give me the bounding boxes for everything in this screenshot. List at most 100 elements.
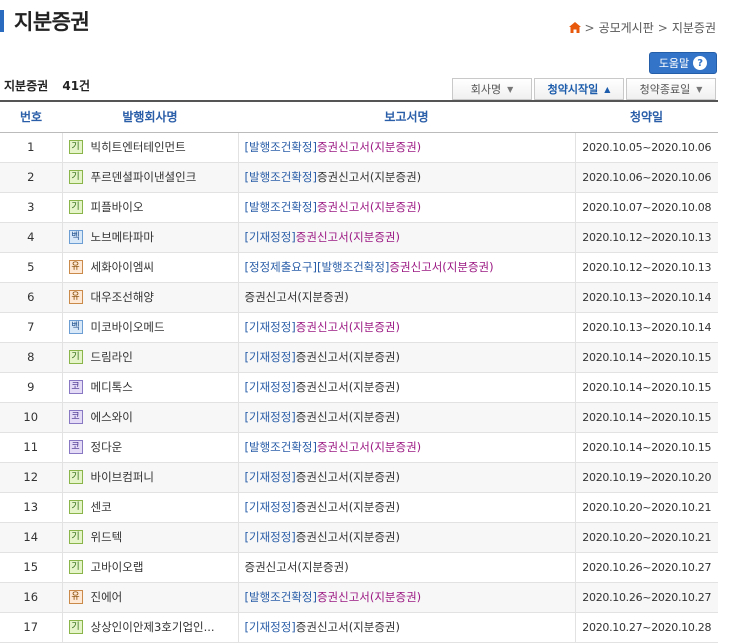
sort-by-start-date-button[interactable]: 청약시작일 ▲ [534, 78, 624, 100]
report-link[interactable]: [발행조건확정]증권신고서(지분증권) [238, 432, 575, 463]
report-name: 증권신고서(지분증권) [295, 620, 400, 634]
report-name: 증권신고서(지분증권) [295, 380, 400, 394]
report-name: 증권신고서(지분증권) [316, 590, 422, 604]
column-header-company: 발행회사명 [62, 100, 238, 133]
table-row: 7 벡 미코바이오메드 [기재정정]증권신고서(지분증권) 2020.10.13~202… [0, 312, 718, 343]
market-badge-icon: 기 [68, 500, 83, 514]
report-name: 증권신고서(지분증권) [244, 560, 349, 574]
subscription-period: 2020.10.14~2020.10.15 [574, 402, 718, 433]
row-number: 15 [0, 552, 62, 583]
company-name[interactable]: 피플바이오 [91, 200, 144, 214]
market-badge-icon: 기 [68, 620, 83, 634]
company-cell: 코 에스와이 [61, 402, 239, 433]
subscription-period: 2020.10.12~2020.10.13 [574, 252, 718, 283]
column-header-report: 보고서명 [238, 100, 575, 133]
report-tag: [기재정정] [244, 500, 296, 514]
report-link[interactable]: [기재정정]증권신고서(지분증권) [238, 462, 575, 493]
report-name: 증권신고서(지분증권) [295, 320, 400, 334]
market-badge-icon: 코 [68, 410, 83, 424]
sort-label: 청약종료일 [639, 83, 691, 96]
table-row: 13 기 센코 [기재정정]증권신고서(지분증권) 2020.10.20~2020.10… [0, 492, 718, 523]
company-cell: 기 위드텍 [61, 522, 239, 553]
subscription-period: 2020.10.20~2020.10.21 [574, 492, 718, 523]
table-body: 1 기 빅히트엔터테인먼트 [발행조건확정]증권신고서(지분증권) 2020.10.05… [0, 132, 718, 643]
table-row: 5 유 세화아이엠씨 [정정제출요구][발행조건확정]증권신고서(지분증권) 2020.… [0, 252, 718, 283]
company-name[interactable]: 진에어 [91, 590, 123, 604]
row-number: 1 [0, 132, 62, 163]
company-name[interactable]: 상상인이안제3호기업인... [91, 620, 215, 634]
table-row: 4 벡 노브메타파마 [기재정정]증권신고서(지분증권) 2020.10.12~2020… [0, 222, 718, 253]
row-number: 7 [0, 312, 62, 343]
company-name[interactable]: 노브메타파마 [91, 230, 154, 244]
company-name[interactable]: 세화아이엠씨 [91, 260, 154, 274]
company-name[interactable]: 에스와이 [91, 410, 133, 424]
report-link[interactable]: [기재정정]증권신고서(지분증권) [238, 522, 575, 553]
row-number: 5 [0, 252, 62, 283]
company-name[interactable]: 센코 [91, 500, 112, 514]
report-name: 증권신고서(지분증권) [295, 350, 400, 364]
report-link[interactable]: [기재정정]증권신고서(지분증권) [238, 312, 575, 343]
report-link[interactable]: 증권신고서(지분증권) [238, 552, 575, 583]
company-cell: 기 고바이오랩 [61, 552, 239, 583]
subscription-period: 2020.10.20~2020.10.21 [574, 522, 718, 553]
report-name: 증권신고서(지분증권) [389, 260, 494, 274]
help-button[interactable]: 도움말 ? [649, 52, 717, 74]
company-name[interactable]: 고바이오랩 [91, 560, 144, 574]
breadcrumb-item-board[interactable]: 공모게시판 [599, 19, 654, 36]
sort-by-company-button[interactable]: 회사명 ▼ [452, 78, 532, 100]
company-name[interactable]: 빅히트엔터테인먼트 [91, 140, 186, 154]
report-link[interactable]: [발행조건확정]증권신고서(지분증권) [238, 162, 575, 193]
report-link[interactable]: [기재정정]증권신고서(지분증권) [238, 372, 575, 403]
sort-desc-icon: ▼ [507, 84, 514, 94]
table-row: 2 기 푸르덴셜파이낸셜인크 [발행조건확정]증권신고서(지분증권) 2020.10.0… [0, 162, 718, 193]
report-link[interactable]: [기재정정]증권신고서(지분증권) [238, 402, 575, 433]
company-name[interactable]: 메디톡스 [91, 380, 133, 394]
company-name[interactable]: 정다운 [91, 440, 123, 454]
table-row: 9 코 메디톡스 [기재정정]증권신고서(지분증권) 2020.10.14~2020.1… [0, 372, 718, 403]
report-link[interactable]: [정정제출요구][발행조건확정]증권신고서(지분증권) [238, 252, 575, 283]
table-row: 10 코 에스와이 [기재정정]증권신고서(지분증권) 2020.10.14~2020.… [0, 402, 718, 433]
subscription-period: 2020.10.05~2020.10.06 [574, 132, 718, 163]
market-badge-icon: 벡 [68, 320, 83, 334]
company-name[interactable]: 드림라인 [91, 350, 133, 364]
company-name[interactable]: 대우조선해양 [91, 290, 154, 304]
company-cell: 기 드림라인 [61, 342, 239, 373]
report-name: 증권신고서(지분증권) [295, 410, 400, 424]
market-badge-icon: 유 [68, 260, 83, 274]
report-link[interactable]: [발행조건확정]증권신고서(지분증권) [238, 192, 575, 223]
sort-label: 청약시작일 [547, 83, 599, 96]
report-link[interactable]: [기재정정]증권신고서(지분증권) [238, 612, 575, 643]
report-tag: [기재정정] [244, 230, 296, 244]
sort-bar: 회사명 ▼ 청약시작일 ▲ 청약종료일 ▼ [450, 78, 716, 100]
report-link[interactable]: [기재정정]증권신고서(지분증권) [238, 342, 575, 373]
report-name: 증권신고서(지분증권) [316, 170, 422, 184]
sort-asc-icon: ▲ [604, 84, 611, 94]
home-icon[interactable] [568, 22, 581, 33]
company-cell: 기 빅히트엔터테인먼트 [61, 132, 239, 163]
table-row: 6 유 대우조선해양 증권신고서(지분증권) 2020.10.13~2020.10.14 [0, 282, 718, 313]
row-number: 14 [0, 522, 62, 553]
report-link[interactable]: [기재정정]증권신고서(지분증권) [238, 222, 575, 253]
report-link[interactable]: 증권신고서(지분증권) [238, 282, 575, 313]
company-cell: 코 메디톡스 [61, 372, 239, 403]
market-badge-icon: 유 [68, 590, 83, 604]
help-button-label: 도움말 [658, 57, 690, 70]
company-cell: 기 상상인이안제3호기업인... [61, 612, 239, 643]
company-name[interactable]: 푸르덴셜파이낸셜인크 [91, 170, 197, 184]
subscription-period: 2020.10.26~2020.10.27 [574, 552, 718, 583]
report-link[interactable]: [발행조건확정]증권신고서(지분증권) [238, 132, 575, 163]
company-name[interactable]: 위드텍 [91, 530, 123, 544]
report-link[interactable]: [기재정정]증권신고서(지분증권) [238, 492, 575, 523]
report-name: 증권신고서(지분증권) [244, 290, 349, 304]
offering-table: 번호 발행회사명 보고서명 청약일 1 기 빅히트엔터테인먼트 [발행조건확정]증권신… [0, 100, 718, 643]
company-name[interactable]: 바이브컴퍼니 [91, 470, 154, 484]
result-category: 지분증권 [4, 79, 49, 93]
sort-by-end-date-button[interactable]: 청약종료일 ▼ [626, 78, 716, 100]
report-link[interactable]: [발행조건확정]증권신고서(지분증권) [238, 582, 575, 613]
company-cell: 기 피플바이오 [61, 192, 239, 223]
report-tag: [발행조건확정] [244, 590, 317, 604]
market-badge-icon: 기 [68, 470, 83, 484]
company-cell: 벡 미코바이오메드 [61, 312, 239, 343]
row-number: 10 [0, 402, 62, 433]
company-name[interactable]: 미코바이오메드 [91, 320, 165, 334]
